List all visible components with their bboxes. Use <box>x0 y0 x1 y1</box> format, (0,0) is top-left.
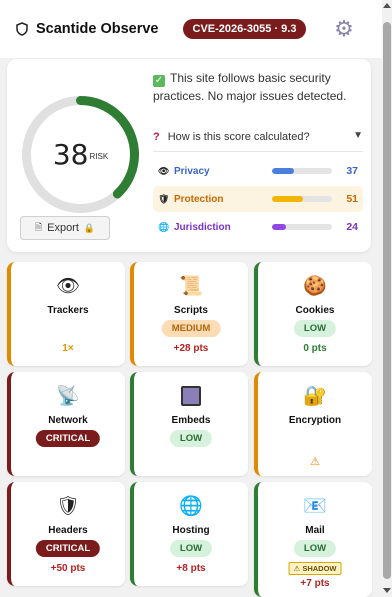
metric-label: Jurisdiction <box>174 221 231 233</box>
globe-icon: 🌐 <box>179 496 203 517</box>
metric-label: Privacy <box>174 165 210 177</box>
globe-icon: 🌐 <box>158 221 170 232</box>
tile-points: +7 pts <box>300 578 330 589</box>
tile-scripts[interactable]: 📜 Scripts MEDIUM +28 pts <box>130 262 248 366</box>
status-badge: LOW <box>169 430 213 447</box>
summary-card: 38 RISK 🗎 Export 🔒 ✓ This site follows ba… <box>7 59 371 252</box>
scroll-thumb[interactable] <box>383 22 391 579</box>
tile-mail[interactable]: 📧 Mail LOW ⚠ SHADOW +7 pts <box>254 482 372 597</box>
frame-icon <box>134 386 248 412</box>
caret-down-icon: ▼ <box>353 130 363 141</box>
risk-score-value: 38 <box>52 138 89 171</box>
export-button[interactable]: 🗎 Export 🔒 <box>20 216 110 240</box>
document-icon: 🗎 <box>34 222 43 232</box>
check-icon: ✓ <box>153 75 165 87</box>
metric-jurisdiction[interactable]: 🌐 Jurisdiction 24 <box>153 214 363 240</box>
divider <box>153 151 363 152</box>
risk-score: 38 RISK <box>20 94 141 215</box>
tile-encryption[interactable]: 🔐 Encryption ⚠ <box>254 372 372 476</box>
metric-bar <box>272 168 332 174</box>
tile-hosting[interactable]: 🌐 Hosting LOW +8 pts <box>130 482 248 586</box>
metric-protection[interactable]: 🛡 Protection 51 <box>153 186 363 212</box>
status-badge: CRITICAL <box>35 430 101 447</box>
tile-title: Encryption <box>288 415 342 426</box>
scroll-down-arrow-icon[interactable] <box>383 588 391 593</box>
satellite-icon: 📡 <box>56 386 80 407</box>
tile-trackers[interactable]: 👁 Trackers 1× <box>7 262 125 366</box>
gear-icon[interactable]: ⚙ <box>332 17 356 41</box>
warning-icon: ⚠ <box>310 456 320 468</box>
metric-bar <box>272 224 332 230</box>
tile-points: 0 pts <box>303 343 327 354</box>
tile-title: Embeds <box>171 415 211 426</box>
metric-privacy[interactable]: 👁 Privacy 37 <box>153 158 363 184</box>
status-badge: LOW <box>169 540 213 557</box>
tile-title: Cookies <box>295 305 335 316</box>
status-badge: LOW <box>293 540 337 557</box>
tile-points: +8 pts <box>176 563 206 574</box>
tracker-count: 1× <box>62 343 74 354</box>
eye-icon: 👁 <box>158 165 170 176</box>
metric-value: 37 <box>346 165 358 177</box>
status-badge: LOW <box>293 320 337 337</box>
metric-value: 51 <box>346 193 358 205</box>
tile-cookies[interactable]: 🍪 Cookies LOW 0 pts <box>254 262 372 366</box>
metric-label: Protection <box>174 193 224 205</box>
shield-icon: 🛡 <box>158 193 170 204</box>
tile-headers[interactable]: 🛡 Headers CRITICAL +50 pts <box>7 482 125 586</box>
score-faq-toggle[interactable]: ? How is this score calculated? ▼ <box>153 128 363 146</box>
lock-icon: 🔒 <box>83 222 96 233</box>
app-title: Scantide Observe <box>36 21 159 37</box>
tile-title: Scripts <box>174 305 208 316</box>
tile-title: Network <box>48 415 88 426</box>
scroll-icon: 📜 <box>179 276 203 297</box>
tile-title: Hosting <box>172 525 210 536</box>
lock-icon: 🔐 <box>303 386 327 407</box>
shield-icon <box>16 22 28 36</box>
tile-title: Mail <box>305 525 325 536</box>
scroll-up-arrow-icon[interactable] <box>383 3 391 8</box>
verdict-text: ✓ This site follows basic security practi… <box>153 69 363 105</box>
tile-title: Trackers <box>47 305 89 316</box>
cve-badge[interactable]: CVE-2026-3055 · 9.3 <box>182 19 307 39</box>
eye-icon: 👁 <box>55 276 81 297</box>
mail-icon: 📧 <box>303 496 327 517</box>
shield-icon: 🛡 <box>55 496 81 517</box>
tile-title: Headers <box>48 525 88 536</box>
tile-points: +50 pts <box>50 563 86 574</box>
status-badge: MEDIUM <box>161 320 221 337</box>
question-icon: ? <box>153 131 160 143</box>
tile-embeds[interactable]: Embeds LOW <box>130 372 248 476</box>
cookie-icon: 🍪 <box>303 276 327 297</box>
tile-points: +28 pts <box>173 343 209 354</box>
risk-score-label: RISK <box>89 152 109 161</box>
faq-label: How is this score calculated? <box>167 131 310 143</box>
verdict-message: This site follows basic security practic… <box>153 71 347 103</box>
header-bar: Scantide Observe CVE-2026-3055 · 9.3 <box>0 0 382 58</box>
tile-network[interactable]: 📡 Network CRITICAL <box>7 372 125 476</box>
metric-bar <box>272 196 332 202</box>
shadow-warning-tag: ⚠ SHADOW <box>288 562 342 575</box>
export-label: Export <box>47 222 79 234</box>
status-badge: CRITICAL <box>35 540 101 557</box>
metric-value: 24 <box>346 221 358 233</box>
